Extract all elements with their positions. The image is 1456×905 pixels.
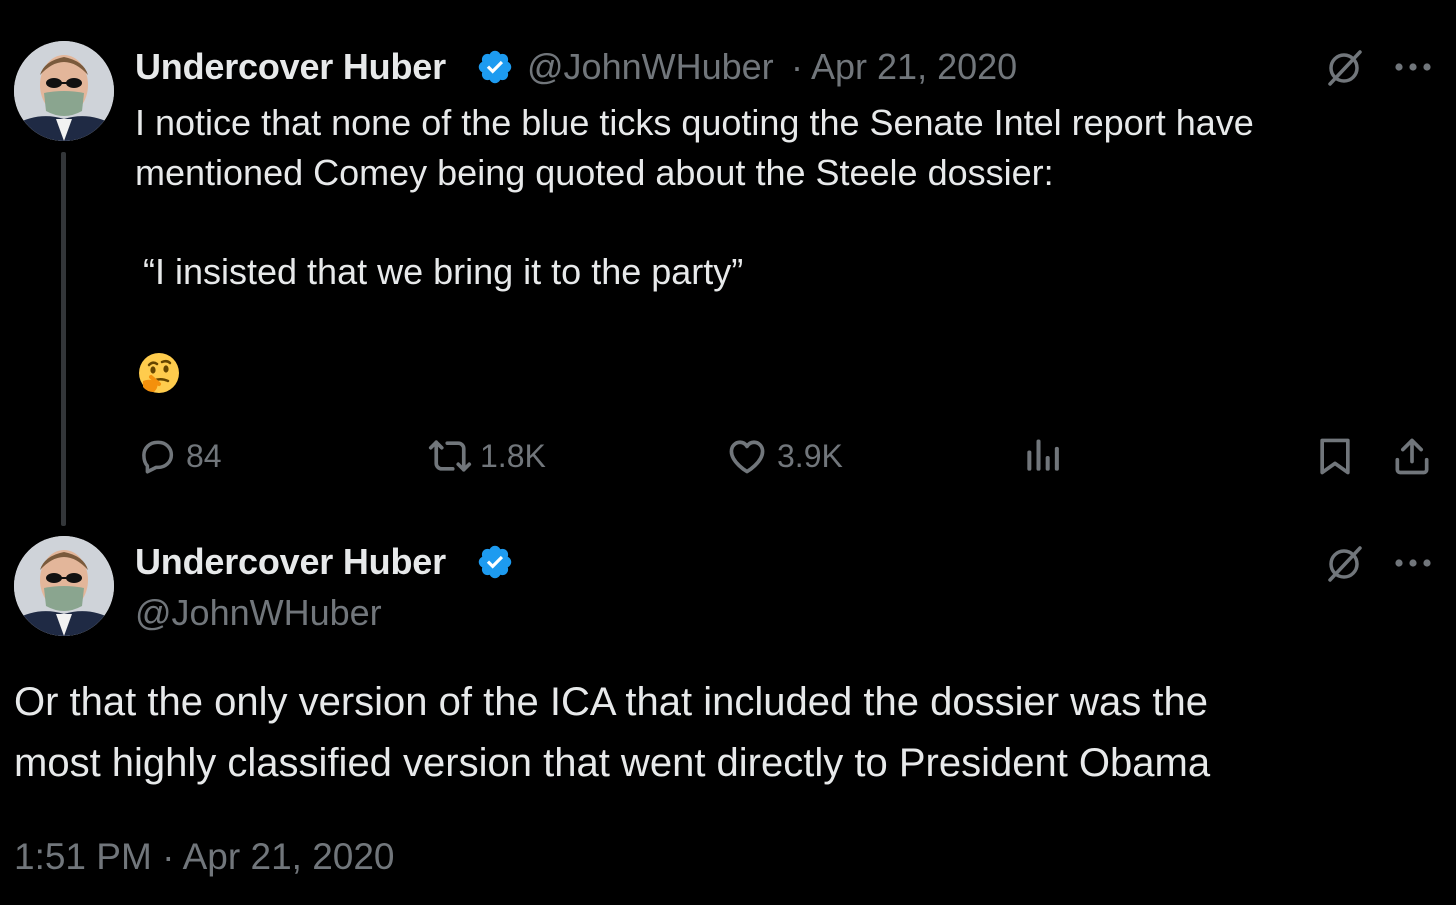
tweet-thread: Undercover Huber @JohnWHuber · Apr 21, 2…	[0, 0, 1456, 905]
tweet-timestamp[interactable]: 1:51 PM · Apr 21, 2020	[14, 836, 395, 878]
like-icon	[729, 440, 765, 474]
share-icon	[1395, 438, 1429, 475]
reply-button[interactable]: 84	[136, 434, 222, 478]
tweet-text-line: I notice that none of the blue ticks quo…	[135, 102, 1254, 143]
like-button[interactable]: 3.9K	[725, 434, 843, 478]
bookmark-icon	[1320, 438, 1350, 475]
repost-button[interactable]: 1.8K	[428, 434, 546, 478]
more-icon[interactable]	[1393, 62, 1433, 72]
repost-icon	[428, 440, 472, 472]
repost-count: 1.8K	[480, 437, 546, 474]
reply-icon	[142, 440, 174, 474]
thinking-face-icon	[139, 353, 179, 393]
tweet-date[interactable]: · Apr 21, 2020	[791, 46, 1017, 88]
tweet-text-line: most highly classified version that went…	[14, 741, 1211, 785]
verified-badge-icon[interactable]	[476, 48, 514, 86]
grok-icon[interactable]	[1324, 48, 1364, 88]
views-button[interactable]	[1020, 434, 1064, 478]
avatar[interactable]	[14, 41, 114, 141]
display-name[interactable]: Undercover Huber	[135, 46, 446, 88]
tweet-text-line: Or that the only version of the ICA that…	[14, 680, 1209, 724]
handle[interactable]: @JohnWHuber	[527, 46, 774, 88]
grok-icon[interactable]	[1324, 544, 1364, 584]
avatar[interactable]	[14, 536, 114, 636]
reply-count: 84	[186, 437, 222, 474]
like-count: 3.9K	[777, 437, 843, 474]
views-icon	[1027, 439, 1059, 471]
tweet-text-line: mentioned Comey being quoted about the S…	[135, 152, 1054, 193]
bookmark-button[interactable]	[1313, 434, 1357, 478]
tweet-text: Or that the only version of the ICA that…	[14, 672, 1210, 794]
share-button[interactable]	[1390, 434, 1434, 478]
verified-badge-icon[interactable]	[476, 543, 514, 581]
handle[interactable]: @JohnWHuber	[135, 592, 382, 634]
tweet-quote: “I insisted that we bring it to the part…	[143, 251, 744, 292]
more-icon[interactable]	[1393, 558, 1433, 568]
thread-line	[61, 152, 66, 526]
display-name[interactable]: Undercover Huber	[135, 541, 446, 583]
